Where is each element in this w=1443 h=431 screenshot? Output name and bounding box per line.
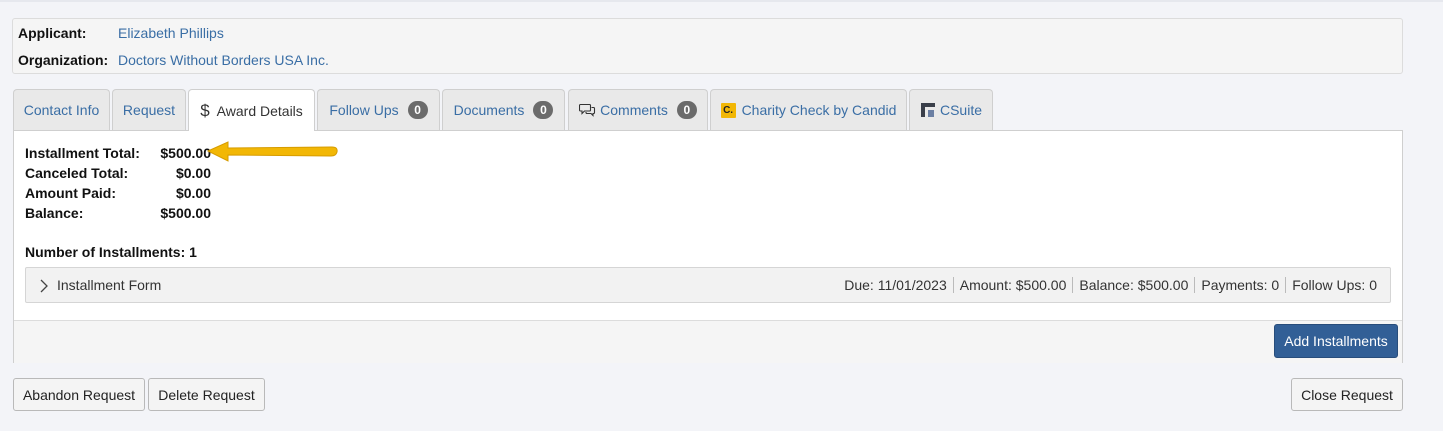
tab-label: Comments [600,102,668,118]
organization-label: Organization: [18,52,109,68]
dollar-icon: $ [200,100,210,120]
annotation-arrow-icon [206,141,338,162]
tab-label: CSuite [939,102,983,118]
organization-row: Organization: Doctors Without Borders US… [18,50,329,70]
comments-count-badge: 0 [676,101,697,119]
amount-paid-value: $0.00 [175,185,211,201]
add-installments-button[interactable]: Add Installments [1274,324,1398,358]
installment-meta: Due: 11/01/2023 Amount: $500.00 Balance:… [844,277,1377,293]
balance-label: Balance: [25,205,84,221]
applicant-link[interactable]: Elizabeth Phillips [118,25,224,41]
tab-label: Award Details [216,102,303,119]
tab-label: Contact Info [23,102,100,118]
installment-balance: Balance: $500.00 [1072,277,1194,293]
canceled-total-value: $0.00 [175,165,211,181]
tab-csuite[interactable]: CSuite [909,89,993,130]
comments-icon [579,103,596,117]
delete-request-button[interactable]: Delete Request [148,378,265,411]
panel-footer: Add Installments [14,320,1402,363]
tab-label: Follow Ups [329,102,399,118]
candid-icon: C. [720,102,736,118]
organization-link[interactable]: Doctors Without Borders USA Inc. [118,52,329,68]
tab-contact-info[interactable]: Contact Info [13,89,110,130]
tab-request[interactable]: Request [112,89,186,130]
installment-due: Due: 11/01/2023 [844,277,947,293]
tab-documents[interactable]: Documents 0 [442,89,565,130]
applicant-label: Applicant: [18,25,87,41]
top-divider [0,0,1443,2]
tab-label: Request [122,102,176,118]
installment-amount: Amount: $500.00 [952,277,1073,293]
close-request-button[interactable]: Close Request [1291,378,1403,411]
balance-value: $500.00 [160,205,211,221]
installment-form-row[interactable]: Installment Form Due: 11/01/2023 Amount:… [25,267,1391,303]
tab-comments[interactable]: Comments 0 [568,89,708,130]
installment-follow-ups: Follow Ups: 0 [1285,277,1377,293]
documents-count-badge: 0 [533,101,554,119]
follow-ups-count-badge: 0 [407,101,428,119]
tab-label: Documents [453,102,525,118]
abandon-request-button[interactable]: Abandon Request [13,378,145,411]
applicant-info-panel: Applicant: Elizabeth Phillips Organizati… [12,18,1403,74]
number-of-installments: Number of Installments: 1 [25,244,197,260]
installment-payments: Payments: 0 [1194,277,1285,293]
installment-form-title: Installment Form [57,277,162,293]
tab-award-details[interactable]: $ Award Details [188,89,315,131]
installment-total-value: $500.00 [160,145,211,161]
applicant-row: Applicant: Elizabeth Phillips [18,23,224,43]
tab-label: Charity Check by Candid [741,102,897,118]
tab-charity-check[interactable]: C. Charity Check by Candid [710,89,907,130]
csuite-icon [920,102,936,118]
tab-follow-ups[interactable]: Follow Ups 0 [317,89,440,130]
chevron-right-icon[interactable] [39,278,49,297]
